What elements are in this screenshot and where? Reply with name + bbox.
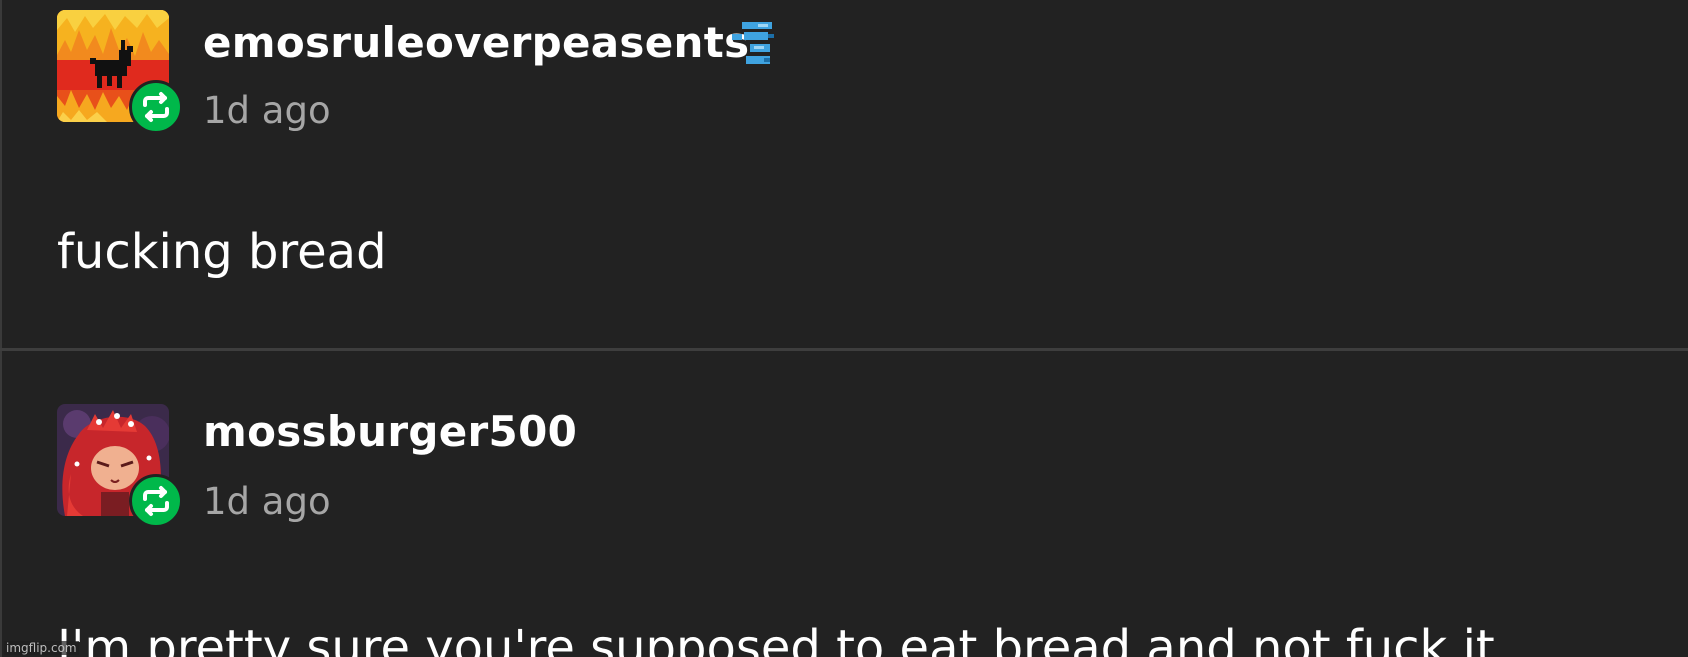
username[interactable]: mossburger500	[203, 407, 577, 457]
reblog-icon	[129, 474, 183, 528]
post-body: fucking bread	[57, 224, 387, 280]
post-body: I'm pretty sure you're supposed to eat b…	[57, 620, 1495, 657]
reblog-post: mossburger500 1d ago I'm pretty sure you…	[0, 352, 1688, 657]
username[interactable]: emosruleoverpeasents	[203, 18, 749, 68]
post-timestamp[interactable]: 1d ago	[203, 480, 331, 524]
reblog-icon	[129, 80, 183, 134]
blue-pixel-badge-icon[interactable]	[728, 16, 778, 68]
post-divider	[0, 348, 1688, 351]
reblog-post: emosruleoverpeasents 1d ago fucking brea…	[0, 0, 1688, 350]
post-timestamp[interactable]: 1d ago	[203, 89, 331, 133]
watermark: imgflip.com	[4, 641, 79, 655]
